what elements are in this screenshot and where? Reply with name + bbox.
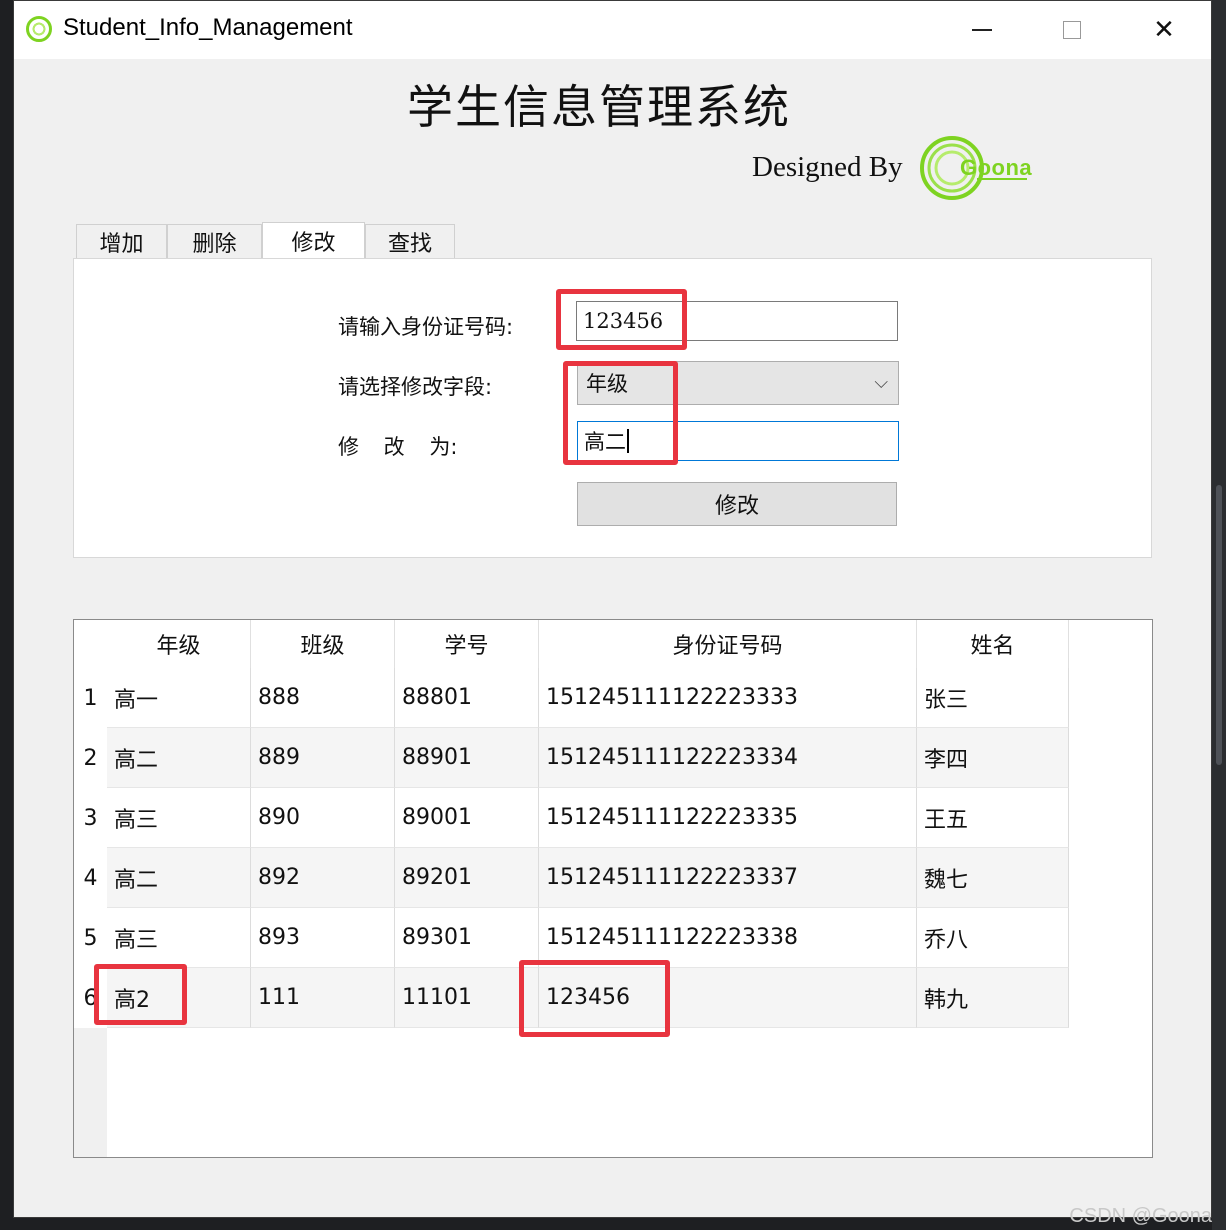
logo-text: Goona — [960, 155, 1033, 180]
close-icon: ✕ — [1153, 15, 1175, 45]
id-input[interactable]: 123456 — [576, 301, 898, 341]
field-select[interactable]: 年级 ⌵ — [577, 361, 899, 405]
table-cell[interactable]: 88901 — [395, 728, 539, 788]
text-caret — [627, 429, 629, 453]
table-cell[interactable]: 王五 — [917, 788, 1069, 848]
modify-button[interactable]: 修改 — [577, 482, 897, 526]
table-cell[interactable]: 高三 — [107, 788, 251, 848]
table-cell[interactable]: 魏七 — [917, 848, 1069, 908]
modify-panel: 请输入身份证号码: 123456 请选择修改字段: 年级 ⌵ 修 改 为: 高二… — [73, 258, 1152, 558]
table-cell[interactable]: 151245111122223333 — [539, 668, 917, 728]
table-cell[interactable]: 151245111122223334 — [539, 728, 917, 788]
background-editor-left — [0, 0, 13, 1230]
table-cell[interactable]: 892 — [251, 848, 395, 908]
row-header[interactable]: 5 — [74, 908, 107, 968]
table-cell[interactable]: 高三 — [107, 908, 251, 968]
tab-bar: 增加 删除 修改 查找 — [76, 222, 455, 259]
title-bar: Student_Info_Management ✕ — [14, 1, 1211, 59]
row-header[interactable]: 3 — [74, 788, 107, 848]
row-header[interactable]: 1 — [74, 668, 107, 728]
app-logo-icon — [26, 16, 52, 42]
modify-to-input[interactable]: 高二 — [577, 421, 899, 461]
row-header[interactable]: 2 — [74, 728, 107, 788]
column-header-class[interactable]: 班级 — [251, 620, 395, 668]
table-cell[interactable]: 88801 — [395, 668, 539, 728]
row-header[interactable]: 6 — [74, 968, 107, 1028]
table-cell[interactable]: 151245111122223338 — [539, 908, 917, 968]
background-scrollbar — [1216, 485, 1222, 765]
table-cell[interactable]: 888 — [251, 668, 395, 728]
minimize-button[interactable] — [952, 1, 1012, 59]
field-select-value: 年级 — [586, 372, 628, 396]
table-corner — [74, 620, 107, 668]
tab-modify[interactable]: 修改 — [262, 222, 365, 259]
student-table[interactable]: 年级 班级 学号 身份证号码 姓名 1 高一 888 88801 15124511112… — [73, 619, 1153, 1158]
table-cell[interactable]: 151245111122223335 — [539, 788, 917, 848]
table-cell[interactable]: 151245111122223337 — [539, 848, 917, 908]
table-cell[interactable]: 乔八 — [917, 908, 1069, 968]
app-window: Student_Info_Management ✕ 学生信息管理系统 Desig… — [13, 0, 1212, 1218]
table-cell[interactable]: 893 — [251, 908, 395, 968]
table-cell[interactable]: 11101 — [395, 968, 539, 1028]
table-cell[interactable]: 890 — [251, 788, 395, 848]
page-title: 学生信息管理系统 — [407, 80, 791, 134]
id-label: 请输入身份证号码: — [338, 315, 514, 339]
modify-to-value: 高二 — [584, 430, 626, 454]
field-label: 请选择修改字段: — [338, 375, 493, 399]
column-header-student-no[interactable]: 学号 — [395, 620, 539, 668]
row-header[interactable]: 4 — [74, 848, 107, 908]
table-cell[interactable]: 高一 — [107, 668, 251, 728]
tab-add[interactable]: 增加 — [76, 224, 167, 259]
table-cell[interactable]: 李四 — [917, 728, 1069, 788]
table-cell[interactable]: 111 — [251, 968, 395, 1028]
table-cell[interactable]: 123456 — [539, 968, 917, 1028]
table-cell[interactable]: 89301 — [395, 908, 539, 968]
chevron-down-icon: ⌵ — [874, 372, 888, 393]
table-cell[interactable]: 89201 — [395, 848, 539, 908]
column-header-id-number[interactable]: 身份证号码 — [539, 620, 917, 668]
watermark: CSDN @Goona — [1069, 1205, 1212, 1227]
background-editor-right — [1212, 0, 1226, 1230]
table-cell[interactable]: 张三 — [917, 668, 1069, 728]
column-header-grade[interactable]: 年级 — [107, 620, 251, 668]
tab-delete[interactable]: 删除 — [167, 224, 262, 259]
modify-to-label: 修 改 为: — [338, 435, 458, 459]
table-cell[interactable]: 高二 — [107, 848, 251, 908]
designed-by-label: Designed By — [752, 151, 903, 183]
minimize-icon — [972, 29, 992, 31]
table-cell[interactable]: 高2 — [107, 968, 251, 1028]
maximize-icon — [1063, 21, 1081, 39]
window-title: Student_Info_Management — [63, 14, 353, 41]
table-cell[interactable]: 89001 — [395, 788, 539, 848]
column-header-name[interactable]: 姓名 — [917, 620, 1069, 668]
table-cell[interactable]: 韩九 — [917, 968, 1069, 1028]
maximize-button[interactable] — [1042, 1, 1102, 59]
table-cell[interactable]: 889 — [251, 728, 395, 788]
close-button[interactable]: ✕ — [1134, 1, 1194, 59]
table-cell[interactable]: 高二 — [107, 728, 251, 788]
tab-search[interactable]: 查找 — [365, 224, 455, 259]
